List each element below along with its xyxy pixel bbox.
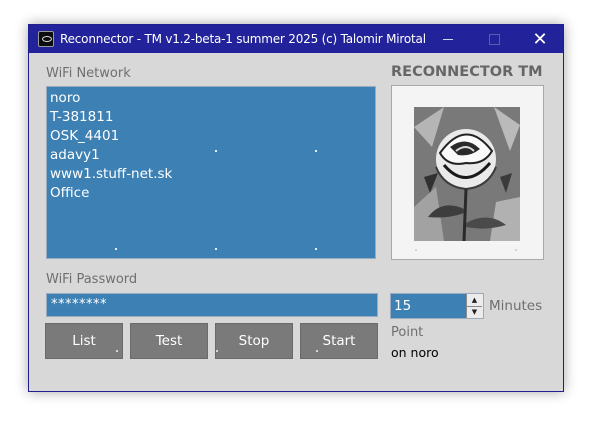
grid-dot xyxy=(515,249,517,251)
start-button[interactable]: Start xyxy=(300,323,378,359)
list-button[interactable]: List xyxy=(45,323,123,359)
list-item[interactable]: noro xyxy=(50,89,375,108)
wifi-network-list[interactable]: noro T-381811 OSK_4401 adavy1 www1.stuff… xyxy=(46,86,376,259)
app-icon[interactable] xyxy=(38,31,54,47)
grid-dot xyxy=(315,150,317,152)
title-bar[interactable]: Reconnector - TM v1.2-beta-1 summer 2025… xyxy=(29,25,563,53)
list-item[interactable]: www1.stuff-net.sk xyxy=(50,165,375,184)
maximize-icon xyxy=(488,33,500,45)
minimize-icon xyxy=(443,38,453,40)
wifi-network-label: WiFi Network xyxy=(46,66,131,81)
stepper-down-icon[interactable]: ▼ xyxy=(467,306,482,318)
list-item[interactable]: adavy1 xyxy=(50,146,375,165)
list-item[interactable]: Office xyxy=(50,184,375,203)
grid-dot xyxy=(215,150,217,152)
point-label: Point xyxy=(391,325,424,340)
point-status: on noro xyxy=(391,345,439,360)
interval-value[interactable]: 15 xyxy=(394,298,411,314)
minutes-label: Minutes xyxy=(489,298,543,314)
maximize-button xyxy=(471,25,517,53)
app-window: Reconnector - TM v1.2-beta-1 summer 2025… xyxy=(28,24,564,392)
wifi-password-label: WiFi Password xyxy=(46,272,138,287)
interval-stepper[interactable]: 15 ▲ ▼ xyxy=(390,293,484,319)
grid-dot xyxy=(116,350,118,352)
grid-dot xyxy=(115,248,117,250)
close-icon: ✕ xyxy=(532,28,548,50)
rose-image xyxy=(414,107,520,241)
grid-dot xyxy=(216,350,218,352)
grid-dot xyxy=(315,248,317,250)
test-button[interactable]: Test xyxy=(130,323,208,359)
list-item[interactable]: OSK_4401 xyxy=(50,127,375,146)
close-button[interactable]: ✕ xyxy=(517,25,563,53)
list-item[interactable]: T-381811 xyxy=(50,108,375,127)
wifi-password-field[interactable]: ******** xyxy=(46,293,378,317)
brand-title: RECONNECTOR TM xyxy=(391,64,543,80)
stop-button[interactable]: Stop xyxy=(215,323,293,359)
grid-dot xyxy=(415,249,417,251)
image-frame xyxy=(391,85,544,260)
grid-dot xyxy=(215,248,217,250)
grid-dot xyxy=(316,350,318,352)
window-title: Reconnector - TM v1.2-beta-1 summer 2025… xyxy=(60,32,426,46)
minimize-button[interactable] xyxy=(425,25,471,53)
stepper-buttons: ▲ ▼ xyxy=(466,294,483,318)
